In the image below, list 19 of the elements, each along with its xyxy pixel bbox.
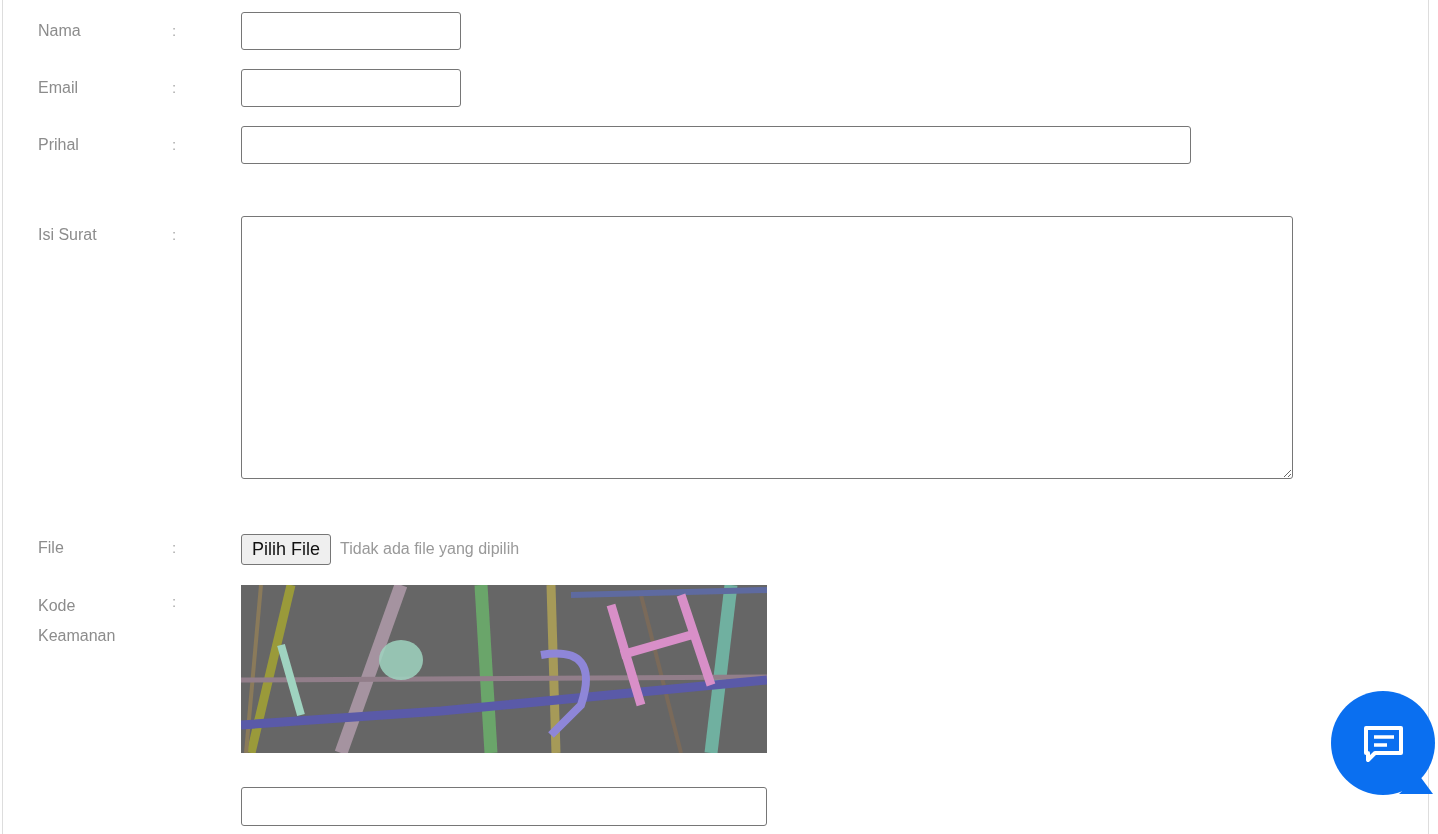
field-label: Prihal xyxy=(38,135,80,155)
separator: : xyxy=(172,135,178,155)
input-field[interactable] xyxy=(241,12,461,50)
field-label: Email xyxy=(38,78,79,98)
separator: : xyxy=(172,538,178,558)
input-field[interactable] xyxy=(241,126,1191,164)
field-label: File xyxy=(38,538,65,558)
separator: : xyxy=(172,21,178,41)
chat-button[interactable] xyxy=(1329,690,1436,796)
choose-file-button[interactable]: Pilih File xyxy=(241,533,332,565)
separator: : xyxy=(172,225,178,245)
input-field[interactable] xyxy=(241,69,461,107)
input-field[interactable] xyxy=(241,787,767,826)
separator: : xyxy=(172,592,178,612)
file-status: Tidak ada file yang dipilih xyxy=(340,540,520,558)
field-label: Isi Surat xyxy=(38,225,98,245)
field-label: Nama xyxy=(38,21,82,41)
separator: : xyxy=(172,78,178,98)
field-label: Kode Keamanan xyxy=(38,596,117,646)
